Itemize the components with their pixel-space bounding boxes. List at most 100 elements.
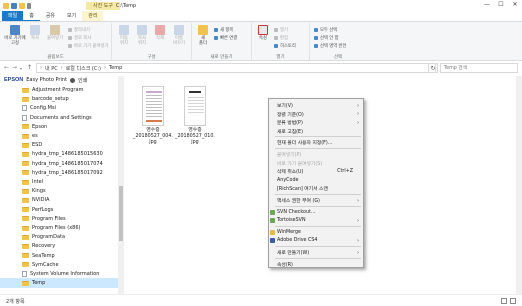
tab-manage[interactable]: 관리 — [82, 11, 104, 21]
sidebar-scrollbar-thumb[interactable] — [119, 186, 123, 241]
cut-button[interactable]: 잘라내기 — [68, 27, 90, 33]
new-item-icon — [214, 28, 218, 32]
address-bar[interactable]: › 내 PC › 로컬 디스크 (C:) › Temp — [36, 63, 436, 73]
up-arrow-icon[interactable]: ↑ — [27, 64, 32, 71]
easy-access-label: 빠른 연결 — [220, 36, 238, 41]
file-item[interactable]: 영수증 _20180527_010. jpg — [175, 86, 215, 146]
folder-icon — [22, 253, 29, 259]
invert-selection-button[interactable]: 선택 영역 반전 — [314, 43, 346, 49]
folder-icon — [22, 280, 29, 286]
minimize-button[interactable]: — — [480, 0, 494, 10]
easy-access-button[interactable]: 빠른 연결 — [214, 35, 237, 41]
recent-locations-icon[interactable]: ▾ — [20, 66, 22, 71]
context-menu-item[interactable]: 새로 고침(E) — [269, 127, 363, 136]
pin-quick-access-button[interactable]: 바로 가기에 고정 — [4, 25, 26, 46]
forward-arrow-icon[interactable]: → — [12, 64, 17, 71]
chevron-down-icon[interactable] — [27, 2, 31, 9]
menu-item-label: Adobe Drive CS4 — [277, 238, 318, 244]
print-button[interactable]: 인쇄 — [78, 77, 87, 84]
sidebar-item-label: hydra_tmp_1486185017074 — [32, 160, 103, 167]
chevron-right-icon: › — [40, 65, 42, 71]
rename-button[interactable]: 이름 바꾸기 — [170, 25, 188, 46]
menu-separator — [275, 257, 361, 259]
move-to-label: 이동 위치 — [120, 36, 128, 46]
easy-photo-print-button[interactable]: Easy Photo Print — [26, 77, 67, 83]
copy-to-label: 복사 위치 — [138, 36, 146, 46]
easy-access-icon — [214, 36, 218, 40]
copy-to-button[interactable]: 복사 위치 — [134, 25, 150, 46]
content-scrollbar[interactable] — [516, 76, 522, 294]
new-folder-icon[interactable] — [19, 2, 25, 9]
breadcrumb-this-pc[interactable]: 내 PC — [45, 65, 58, 72]
maximize-button[interactable]: ☐ — [494, 0, 508, 10]
properties-icon[interactable] — [11, 2, 17, 9]
file-name: 영수증 _20180527_004. jpg — [133, 128, 173, 145]
copy-path-button[interactable]: 경로 복사 — [68, 35, 91, 41]
sidebar-item[interactable]: Temp — [0, 278, 124, 289]
tab-home[interactable]: 홈 — [23, 11, 40, 21]
title-bar: 사진 도구 C:\Temp — ☐ ✕ — [0, 0, 522, 11]
ribbon: 바로 가기에 고정 복사 붙여넣기 잘라내기 경로 복사 바로 가기 붙여넣기 … — [0, 21, 522, 61]
close-button[interactable]: ✕ — [508, 0, 522, 10]
move-to-button[interactable]: 이동 위치 — [116, 25, 132, 46]
select-none-label: 선택 안 함 — [320, 36, 339, 41]
navigation-bar: ← → ▾ ↑ › 내 PC › 로컬 디스크 (C:) › Temp ↻ Te… — [0, 61, 522, 75]
copy-path-icon — [68, 36, 72, 40]
breadcrumb-local-disk[interactable]: 로컬 디스크 (C:) — [66, 65, 101, 72]
context-menu-item[interactable]: TortoiseSVN › — [269, 216, 363, 225]
sidebar-item-label: Config.Msi — [30, 105, 56, 112]
file-item[interactable]: 영수증 _20180527_004. jpg — [133, 86, 173, 146]
properties-button[interactable]: 속성 — [256, 25, 270, 41]
new-item-button[interactable]: 새 항목 — [214, 27, 233, 33]
select-all-button[interactable]: 모두 선택 — [314, 27, 337, 33]
cut-label: 잘라내기 — [74, 28, 90, 33]
new-folder-button[interactable]: 새 폴더 — [196, 25, 210, 46]
copy-icon — [30, 25, 40, 35]
menu-item-label: WinMerge — [277, 229, 301, 235]
breadcrumb-temp[interactable]: Temp — [109, 65, 122, 71]
navigation-pane: EPSON Easy Photo Print 인쇄 Adjustment Pro… — [0, 76, 124, 294]
file-name: 영수증 _20180527_010. jpg — [175, 128, 215, 145]
menu-item-shortcut: Ctrl+Z — [337, 169, 353, 175]
paste-icon — [50, 25, 60, 35]
context-menu-item[interactable]: 새로 만들기(W) › — [269, 248, 363, 257]
context-menu-item[interactable]: 액세스 권한 부여 (G) › — [269, 196, 363, 205]
tab-share[interactable]: 공유 — [40, 11, 61, 21]
sidebar-item-label: ESD — [32, 142, 43, 149]
paste-button[interactable]: 붙여넣기 — [44, 25, 66, 41]
delete-icon — [155, 25, 165, 35]
submenu-arrow-icon: › — [357, 249, 359, 256]
sidebar-item-label: hydra_tmp_1486185017092 — [32, 169, 103, 176]
large-icons-view-icon[interactable] — [510, 298, 516, 304]
history-button[interactable]: 히스토리 — [274, 43, 296, 49]
quick-access-toolbar — [3, 2, 31, 9]
sidebar-item-label: Program Files — [32, 215, 66, 222]
edit-button[interactable]: 편집 — [274, 35, 288, 41]
context-menu-item[interactable]: 현재 폴더 사용자 지정(F)... — [269, 138, 363, 147]
copy-button[interactable]: 복사 — [28, 25, 42, 41]
select-none-button[interactable]: 선택 안 함 — [314, 35, 339, 41]
context-menu-item[interactable]: Adobe Drive CS4 › — [269, 236, 363, 245]
context-menu-item[interactable]: [RichScan] 여기서 스캔 — [269, 184, 363, 193]
tab-file[interactable]: 파일 — [2, 11, 24, 21]
edit-label: 편집 — [280, 36, 288, 41]
open-label: 열기 — [280, 28, 288, 33]
menu-item-label: 보기(V) — [277, 104, 293, 109]
sidebar-item-label: Adjustment Program — [32, 87, 84, 93]
edit-icon — [274, 36, 278, 40]
sidebar-item-label: hydra_tmp_1486185015630 — [32, 151, 103, 158]
invert-selection-label: 선택 영역 반전 — [320, 44, 347, 49]
folder-icon — [22, 216, 29, 222]
printer-icon — [70, 77, 75, 83]
delete-button[interactable]: 삭제 — [152, 25, 168, 41]
menu-item-label: 붙여넣기(P) — [277, 153, 302, 158]
menu-item-label: 바로 가기 붙여넣기(S) — [277, 161, 323, 167]
back-arrow-icon[interactable]: ← — [4, 64, 9, 71]
details-view-icon[interactable] — [501, 298, 507, 304]
open-button[interactable]: 열기 — [274, 27, 288, 33]
tab-view[interactable]: 보기 — [61, 11, 82, 21]
refresh-icon[interactable]: ↻ — [428, 63, 438, 73]
context-menu-item[interactable]: 속성(R) — [269, 260, 363, 269]
paste-shortcut-button[interactable]: 바로 가기 붙여넣기 — [68, 43, 108, 49]
search-input[interactable]: Temp 검색 — [440, 63, 518, 73]
